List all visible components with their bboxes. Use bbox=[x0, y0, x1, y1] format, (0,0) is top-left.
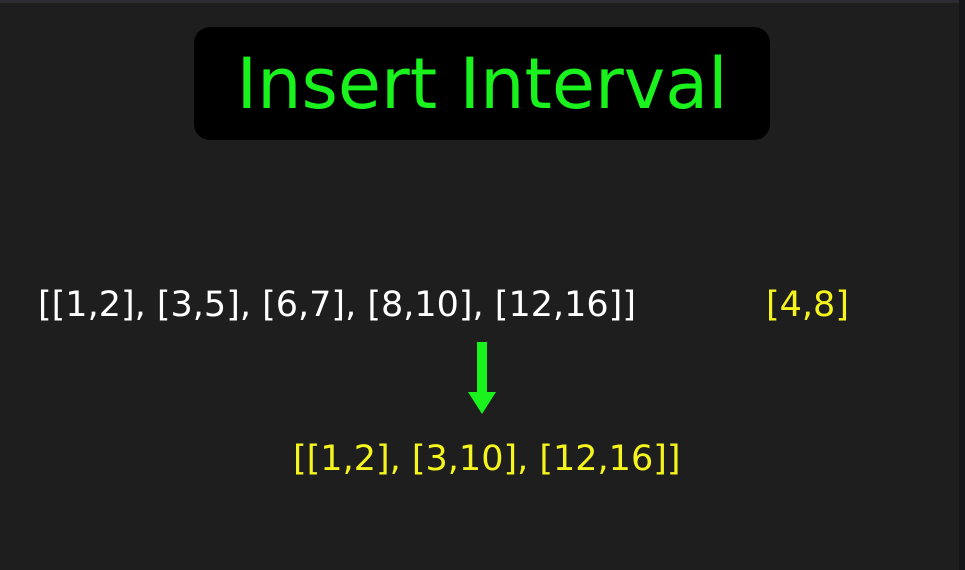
slide-canvas: Insert Interval [[1,2], [3,5], [6,7], [8… bbox=[0, 0, 965, 570]
right-edge bbox=[959, 0, 965, 570]
arrow-down-icon bbox=[468, 342, 496, 414]
top-edge bbox=[0, 0, 965, 3]
intervals-list: [[1,2], [3,5], [6,7], [8,10], [12,16]] bbox=[38, 285, 636, 325]
arrow-shaft bbox=[477, 342, 487, 394]
title-banner: Insert Interval bbox=[194, 27, 770, 140]
new-interval: [4,8] bbox=[766, 285, 849, 325]
page-title: Insert Interval bbox=[236, 42, 728, 125]
arrow-head bbox=[468, 392, 496, 414]
result-intervals: [[1,2], [3,10], [12,16]] bbox=[293, 439, 681, 479]
